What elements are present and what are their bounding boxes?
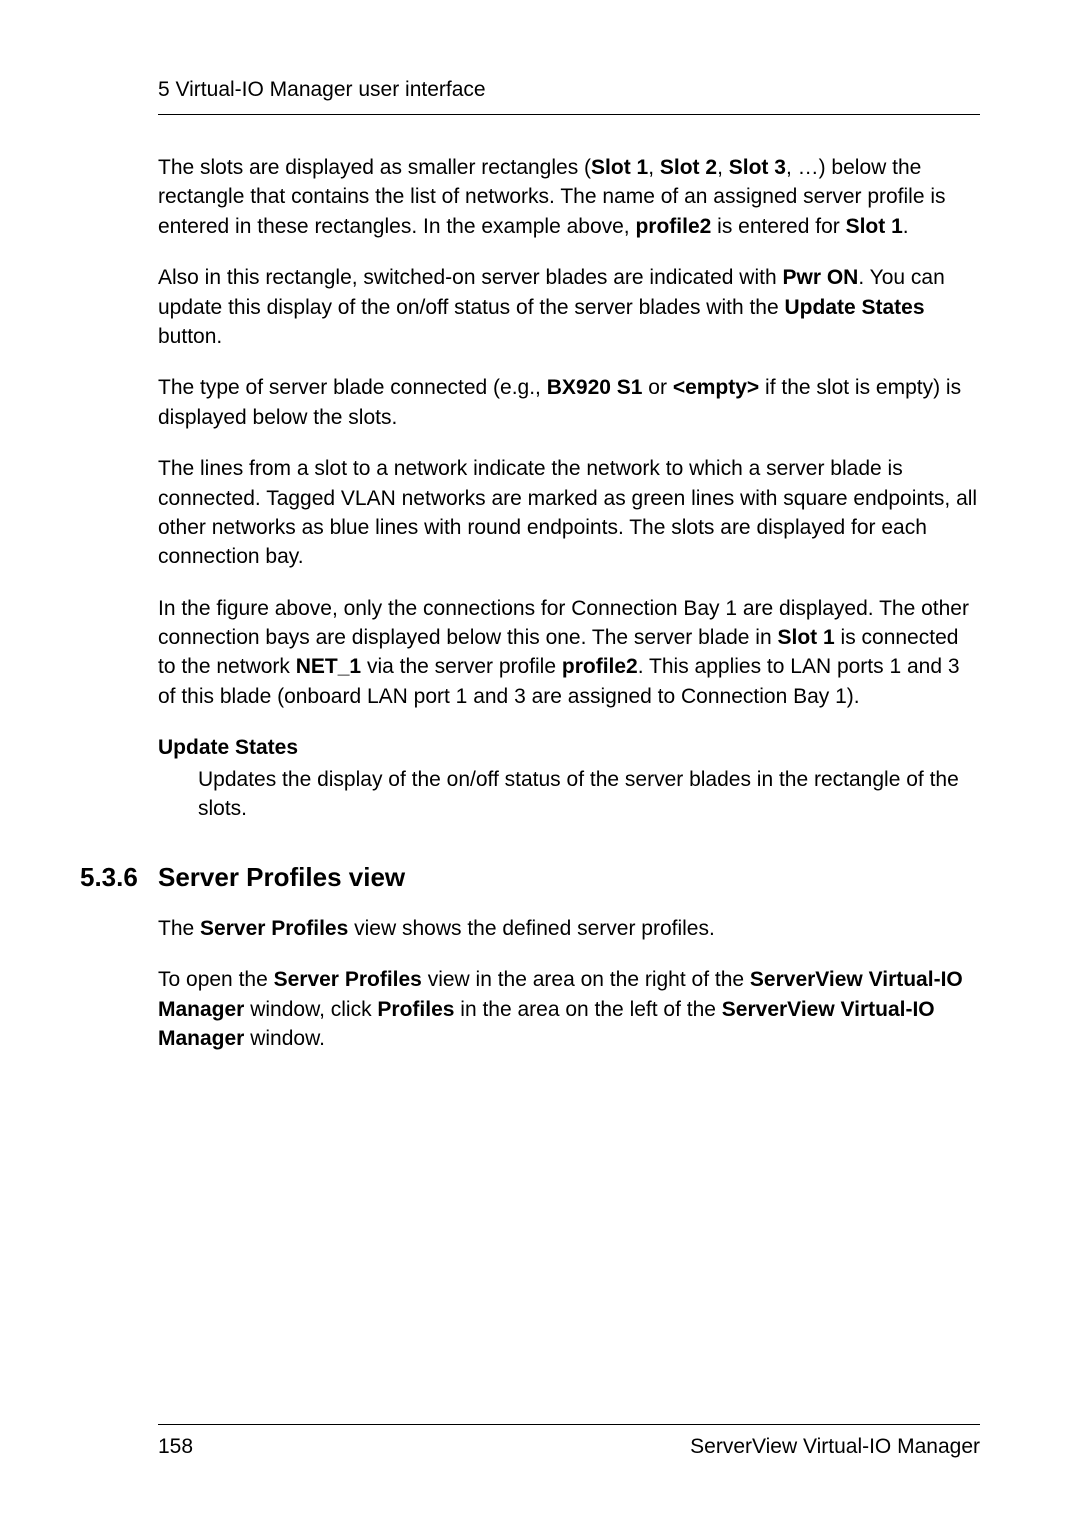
text: in the area on the left of the	[454, 998, 721, 1021]
slot-1-label-3: Slot 1	[778, 626, 835, 649]
paragraph-pwr-on: Also in this rectangle, switched-on serv…	[158, 263, 980, 351]
paragraph-server-profiles-intro: The Server Profiles view shows the defin…	[158, 914, 980, 943]
text: view shows the defined server profiles.	[348, 917, 715, 940]
page-footer: 158 ServerView Virtual-IO Manager	[158, 1424, 980, 1459]
paragraph-blade-type: The type of server blade connected (e.g.…	[158, 373, 980, 432]
update-states-definition: Updates the display of the on/off status…	[158, 765, 980, 824]
page-header: 5 Virtual-IO Manager user interface	[100, 78, 980, 102]
text: The slots are displayed as smaller recta…	[158, 156, 591, 179]
text: To open the	[158, 968, 274, 991]
text: ,	[717, 156, 729, 179]
page-number: 158	[158, 1435, 193, 1459]
profile2-label-2: profile2	[562, 655, 638, 678]
update-states-label: Update States	[785, 296, 925, 319]
text: button.	[158, 325, 222, 348]
slot-3-label: Slot 3	[729, 156, 786, 179]
page-content: The slots are displayed as smaller recta…	[100, 153, 980, 1053]
text: The type of server blade connected (e.g.…	[158, 376, 547, 399]
slot-2-label: Slot 2	[660, 156, 717, 179]
empty-label: <empty>	[673, 376, 759, 399]
text: ,	[648, 156, 660, 179]
section-heading: 5.3.6 Server Profiles view	[158, 859, 980, 895]
bx920-label: BX920 S1	[547, 376, 643, 399]
text: via the server profile	[361, 655, 562, 678]
text: view in the area on the right of the	[422, 968, 750, 991]
footer-divider	[158, 1424, 980, 1425]
paragraph-slots: The slots are displayed as smaller recta…	[158, 153, 980, 241]
text: window, click	[244, 998, 377, 1021]
profile2-label: profile2	[635, 215, 711, 238]
pwr-on-label: Pwr ON	[782, 266, 858, 289]
slot-1-label-2: Slot 1	[846, 215, 903, 238]
profiles-label: Profiles	[377, 998, 454, 1021]
text: The	[158, 917, 200, 940]
paragraph-lines: The lines from a slot to a network indic…	[158, 454, 980, 572]
product-name: ServerView Virtual-IO Manager	[690, 1435, 980, 1459]
net-1-label: NET_1	[296, 655, 361, 678]
text: Also in this rectangle, switched-on serv…	[158, 266, 782, 289]
footer-row: 158 ServerView Virtual-IO Manager	[158, 1435, 980, 1459]
text: .	[903, 215, 909, 238]
text: or	[642, 376, 672, 399]
server-profiles-label: Server Profiles	[200, 917, 348, 940]
header-title: 5 Virtual-IO Manager user interface	[158, 78, 486, 101]
update-states-term: Update States	[158, 733, 980, 762]
paragraph-figure: In the figure above, only the connection…	[158, 594, 980, 712]
paragraph-open-view: To open the Server Profiles view in the …	[158, 965, 980, 1053]
text: is entered for	[711, 215, 845, 238]
server-profiles-label-2: Server Profiles	[274, 968, 422, 991]
header-divider	[158, 114, 980, 115]
section-title: Server Profiles view	[158, 859, 405, 895]
text: window.	[244, 1027, 325, 1050]
slot-1-label: Slot 1	[591, 156, 648, 179]
section-number: 5.3.6	[80, 859, 158, 895]
definition-list: Update States Updates the display of the…	[158, 733, 980, 823]
